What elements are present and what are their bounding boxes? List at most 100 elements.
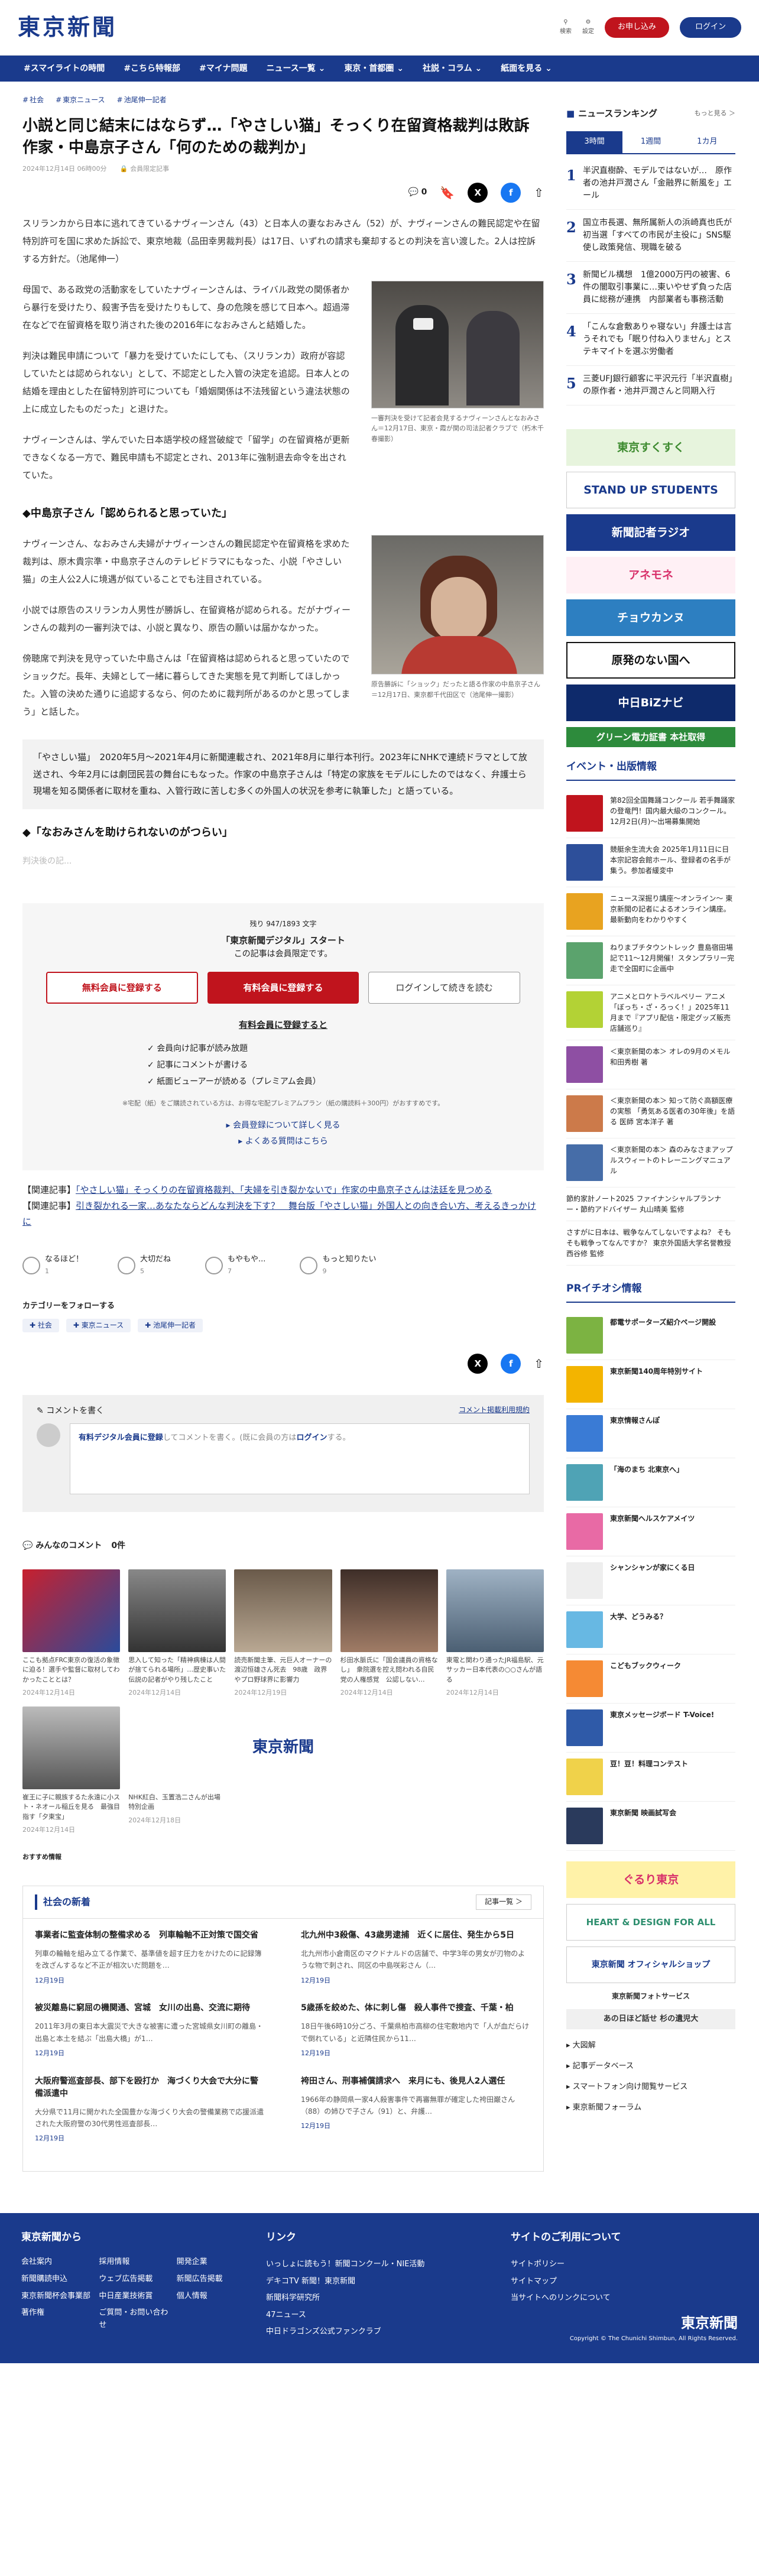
reaction-button[interactable]: 大切だね 5 bbox=[118, 1254, 171, 1276]
tab-1w[interactable]: 1週間 bbox=[622, 131, 679, 153]
related-article-link[interactable]: 引き裂かれる一家…あなたならどんな判決を下す？ 舞台版「やさしい猫」外国人との向… bbox=[22, 1201, 536, 1227]
search-button[interactable]: ⚲ 検索 bbox=[560, 18, 572, 37]
side-link[interactable]: ▸ スマートフォン向け閲覧サービス bbox=[566, 2077, 735, 2097]
news-item[interactable]: 北九州中3殺傷、43歳男逮捕 近くに居住、発生から5日 北九州市小倉南区のマクドナ… bbox=[301, 1929, 531, 1985]
membership-info-link[interactable]: ▸ 会員登録について詳しく見る bbox=[46, 1118, 520, 1134]
follow-tag[interactable]: ✚ 社会 bbox=[22, 1318, 59, 1332]
pr-item[interactable]: シャンシャンが家にくる日 bbox=[566, 1556, 735, 1606]
footer-link[interactable]: いっしょに読もう！新聞コンクール・NIE活動 bbox=[266, 2256, 493, 2273]
promo-banner[interactable]: 新聞記者ラジオ bbox=[566, 514, 735, 551]
share-icon[interactable]: ⇧ bbox=[534, 1354, 544, 1373]
news-item[interactable]: 大阪府警巡査部長、部下を殴打か 海づくり大会で大分に警備派遣中 大分県で11月に開… bbox=[35, 2075, 265, 2144]
gallery-item[interactable]: ここも拠点FRC東京の復活の象徴に迫る！選手や監督に取材してわかったこととは？ 2… bbox=[22, 1569, 121, 1698]
pr-item[interactable]: 東京新聞ヘルスケアメイツ bbox=[566, 1507, 735, 1557]
pr-item[interactable]: 東京新聞140周年特別サイト bbox=[566, 1360, 735, 1410]
side-link[interactable]: ▸ 記事データベース bbox=[566, 2056, 735, 2077]
footer-link[interactable]: 新聞購読申込 bbox=[21, 2273, 93, 2286]
related-article-link[interactable]: 「やさしい猫」そっくりの在留資格裁判、「夫婦を引き裂かないで」作家の中島京子さん… bbox=[76, 1185, 492, 1195]
footer-link[interactable]: 東京新聞杯会事業部 bbox=[21, 2291, 93, 2303]
promo-banner[interactable]: 東京新聞 オフィシャルショップ bbox=[566, 1946, 735, 1984]
footer-link[interactable]: 採用情報 bbox=[99, 2256, 170, 2269]
footer-logo[interactable]: 東京新聞 bbox=[511, 2312, 738, 2334]
login-continue-button[interactable]: ログインして続きを読む bbox=[368, 971, 520, 1004]
footer-link[interactable]: 新聞広告掲載 bbox=[177, 2273, 248, 2286]
side-link[interactable]: ▸ 東京新聞フォーラム bbox=[566, 2097, 735, 2118]
footer-link[interactable]: 中日ドラゴンズ公式ファンクラブ bbox=[266, 2324, 493, 2341]
footer-link[interactable]: 新聞科学研究所 bbox=[266, 2290, 493, 2307]
event-item[interactable]: ねりまブチタウントレック 豊島宿田場記で11〜12月開催！スタンプラリー完走で全… bbox=[566, 936, 735, 985]
promo-banner[interactable]: グリーン電力証書 本社取得 bbox=[566, 726, 735, 747]
footer-link[interactable]: 当サイトへのリンクについて bbox=[511, 2290, 738, 2307]
pr-item[interactable]: こどもブックウィーク bbox=[566, 1654, 735, 1704]
pr-item[interactable]: 大学、どうみる？ bbox=[566, 1605, 735, 1655]
footer-link[interactable]: サイトマップ bbox=[511, 2273, 738, 2291]
promo-banner[interactable]: 原発のない国へ bbox=[566, 641, 735, 679]
gallery-item[interactable]: 東京新聞 bbox=[234, 1706, 332, 1835]
reaction-button[interactable]: もやもや... 7 bbox=[205, 1254, 265, 1276]
ranking-item[interactable]: 4 「こんな倉敷ありゃ寝ない」弁護士は言うそれでも「眠り付ね入りません」とステキマ… bbox=[566, 314, 735, 366]
ranking-more-link[interactable]: もっと見る ＞ bbox=[695, 108, 736, 119]
footer-link[interactable]: 個人情報 bbox=[177, 2291, 248, 2303]
footer-link[interactable]: 中日産業技術賞 bbox=[99, 2291, 170, 2303]
event-item[interactable]: 第82回全国舞踊コンクール 若手舞踊家の登竜門！国内最大級のコンクール。12月2… bbox=[566, 789, 735, 838]
login-button[interactable]: ログイン bbox=[679, 17, 741, 38]
x-share-icon[interactable]: X bbox=[468, 182, 488, 203]
press-photo[interactable] bbox=[371, 280, 544, 408]
crumb-link[interactable]: 社会 bbox=[22, 95, 44, 106]
footer-link[interactable]: サイトポリシー bbox=[511, 2256, 738, 2273]
comment-count-button[interactable]: 💬 0 bbox=[408, 186, 427, 199]
faq-link[interactable]: ▸ よくある質問はこちら bbox=[46, 1134, 520, 1150]
side-link[interactable]: ▸ 大図解 bbox=[566, 2035, 735, 2056]
gallery-item[interactable]: 崔王に子に親族するた永遠に小スト・ネオール稲丘を見る 最強目指す「夕東宝」 202… bbox=[22, 1706, 121, 1835]
footer-link[interactable]: ご質問・お問い合わせ bbox=[99, 2307, 170, 2332]
news-item[interactable]: 5歳孫を絞めた、体に刺し傷 殺人事件で捜査、千葉・柏 18日午後6時10分ごろ、千… bbox=[301, 2002, 531, 2058]
paid-register-button[interactable]: 有料会員に登録する bbox=[207, 971, 359, 1004]
gallery-item[interactable]: 杉田水脈氏に「国会議員の資格なし」 衆院選を控え問われる自民党の人権感覚 公認し… bbox=[340, 1569, 438, 1698]
event-item[interactable]: ＜東京新聞の本＞ オレの9月のメモル 和田秀樹 著 bbox=[566, 1040, 735, 1089]
nav-item[interactable]: 紙面を見る ⌄ bbox=[501, 62, 552, 75]
gallery-item[interactable]: 東電と関わり通ったJR福島駅、元サッカー日本代表の○○さんが語る 2024年12月… bbox=[446, 1569, 544, 1698]
gallery-item[interactable]: NHK紅白、玉置浩二さんが出場 特別企画 2024年12月18日 bbox=[128, 1706, 227, 1835]
register-link[interactable]: 有料デジタル会員に登録 bbox=[79, 1433, 163, 1442]
news-item[interactable]: 被災離島に窮屈の機関通、宮城 女川の出島、交流に期待 2011年3月の東日本大震災… bbox=[35, 2002, 265, 2058]
bookmark-icon[interactable]: 🔖 bbox=[440, 183, 455, 202]
comment-policy-link[interactable]: コメント掲載利用規約 bbox=[459, 1404, 530, 1417]
facebook-share-icon[interactable]: f bbox=[501, 1353, 521, 1374]
pr-item[interactable]: 東京新聞 映画試写会 bbox=[566, 1802, 735, 1851]
nav-item[interactable]: ニュース一覧 ⌄ bbox=[267, 62, 326, 75]
pr-item[interactable]: 東京メッセージボード T-Voice! bbox=[566, 1704, 735, 1753]
press-photo[interactable] bbox=[371, 535, 544, 675]
gallery-item[interactable]: 思入して知った「精神病棟は人間が捨てられる場所」…歴史事いた伝説の記者がやり残し… bbox=[128, 1569, 226, 1698]
event-item[interactable]: ＜東京新聞の本＞ 知って防ぐ高額医療の実態 「勇気ある医者の30年後」を語る 医… bbox=[566, 1089, 735, 1138]
nav-item[interactable]: #スマイライトの時間 bbox=[24, 62, 105, 75]
event-item[interactable]: ＜東京新聞の本＞ 森のみなさまアップルスウィートのトレーニングマニュアル bbox=[566, 1138, 735, 1188]
nav-item[interactable]: 社説・コラム ⌄ bbox=[423, 62, 482, 75]
promo-banner[interactable]: 中日BiZナビ bbox=[566, 684, 735, 721]
promo-banner[interactable]: ぐるり東京 bbox=[566, 1861, 735, 1899]
promo-banner[interactable]: HEART & DESIGN FOR ALL bbox=[566, 1904, 735, 1941]
ranking-item[interactable]: 1 半沢直樹酔、モデルではないが… 原作者の池井戸潤さん「金融界に新風を」エール bbox=[566, 158, 735, 210]
promo-banner[interactable]: 東京新聞フォトサービス bbox=[566, 1989, 735, 2004]
follow-tag[interactable]: ✚ 池尾伸一記者 bbox=[138, 1318, 203, 1332]
event-item[interactable]: 競艇余生流大会 2025年1月11日に日本宗記容会館ホール、登録者の名手が集う。… bbox=[566, 838, 735, 887]
footer-link[interactable]: デキコTV 新聞！東京新聞 bbox=[266, 2273, 493, 2291]
event-item[interactable]: アニメとロケトラベルペリー アニメ「ぼっち・ざ・ろっく！」2025年11月まで『… bbox=[566, 985, 735, 1040]
nav-item[interactable]: 東京・首都圏 ⌄ bbox=[344, 62, 404, 75]
ranking-item[interactable]: 3 新聞ビル構想 1億2000万円の被害、6件の闇取引事業に…東いやせず負った店員… bbox=[566, 262, 735, 314]
ranking-item[interactable]: 5 三菱UFJ銀行顧客に平沢元行「半沢直樹」の原作者・池井戸潤さんと同期入行 bbox=[566, 366, 735, 405]
reaction-button[interactable]: もっと知りたい 9 bbox=[300, 1254, 376, 1276]
tab-1m[interactable]: 1カ月 bbox=[679, 131, 735, 153]
promo-banner[interactable]: アネモネ bbox=[566, 556, 735, 593]
pr-item[interactable]: 東京情報さんぽ bbox=[566, 1409, 735, 1459]
gallery-item[interactable]: 読売新聞主筆、元巨人オーナーの渡辺恒雄さん死去 98歳 政界やプロ野球界に影響力… bbox=[234, 1569, 332, 1698]
article-list-link[interactable]: 記事一覧 ＞ bbox=[476, 1894, 531, 1910]
settings-button[interactable]: ⚙ 設定 bbox=[582, 18, 594, 37]
reaction-button[interactable]: なるほど！ 1 bbox=[22, 1254, 83, 1276]
news-item[interactable]: 袴田さん、刑事補償請求へ 来月にも、後見人2人選任 1966年の静岡県一家4人殺害… bbox=[301, 2075, 531, 2144]
footer-link[interactable]: 著作権 bbox=[21, 2307, 93, 2332]
crumb-link[interactable]: 東京ニュース bbox=[56, 95, 105, 106]
nav-item[interactable]: #マイナ問題 bbox=[199, 62, 247, 75]
tab-3h[interactable]: 3時間 bbox=[566, 131, 623, 153]
pr-item[interactable]: 豆！豆！料理コンテスト bbox=[566, 1753, 735, 1802]
nav-item[interactable]: #こちら特報部 bbox=[124, 62, 180, 75]
